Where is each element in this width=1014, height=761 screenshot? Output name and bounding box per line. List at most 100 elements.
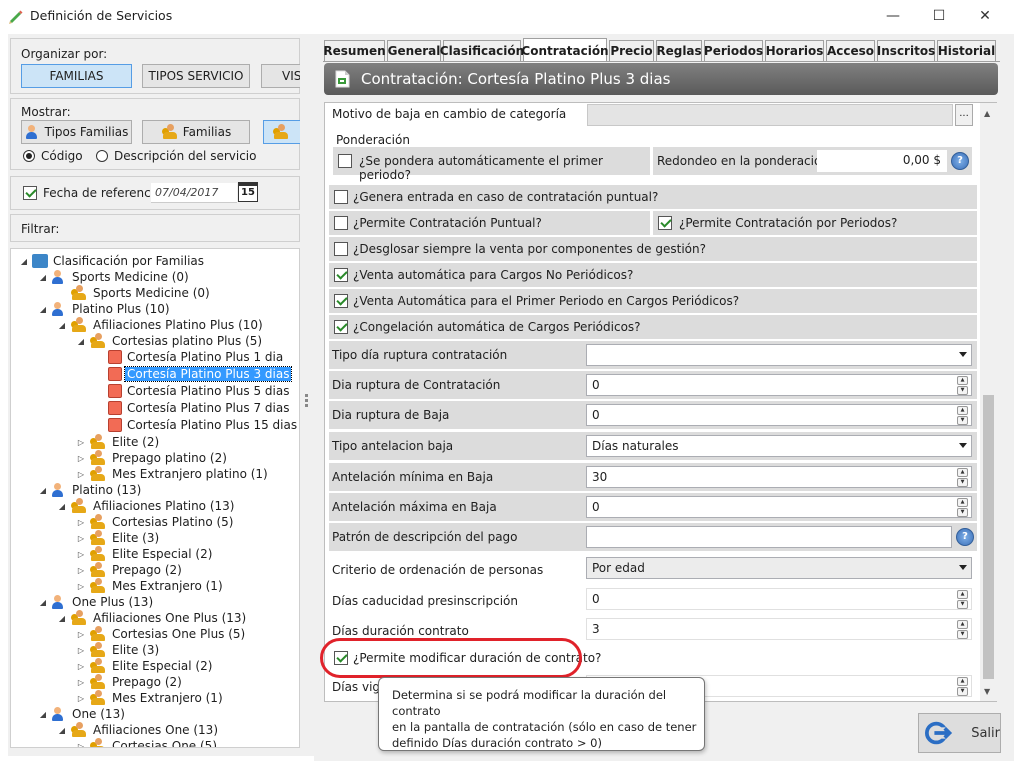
criterio-select[interactable]: Por edad [586, 557, 972, 579]
expand-toggle-icon[interactable]: ▷ [76, 678, 86, 687]
minimize-button[interactable]: — [883, 6, 903, 26]
tipos-servicio-button[interactable]: TIPOS SERVICIO [142, 64, 250, 88]
expand-toggle-icon[interactable]: ◢ [19, 257, 29, 266]
expand-toggle-icon[interactable]: ▷ [76, 550, 86, 559]
expand-toggle-icon[interactable]: ◢ [38, 486, 48, 495]
tab-precio[interactable]: Precio [609, 40, 654, 61]
tree-folder-item[interactable]: ▷ Cortesias One Plus (5) [76, 626, 247, 642]
genera-entrada-row[interactable]: ¿Genera entrada en caso de contratación … [329, 185, 977, 209]
expand-toggle-icon[interactable]: ◢ [38, 273, 48, 282]
tree-folder-item[interactable]: ▷ Mes Extranjero platino (1) [76, 466, 270, 482]
tree-folder-item[interactable]: ◢ One (13) [38, 706, 127, 722]
tab-reglas[interactable]: Reglas [656, 40, 702, 61]
group-show-button[interactable] [263, 120, 301, 144]
spinner-icon[interactable]: ▲ ▼ [957, 677, 968, 696]
tab-contratacion[interactable]: Contratación [521, 38, 609, 62]
radio-codigo[interactable]: Código [23, 149, 83, 163]
antel-max-field[interactable]: 0 ▲ ▼ [586, 496, 972, 518]
tree-folder-item[interactable]: ◢ Afiliaciones Platino (13) [57, 498, 236, 514]
tree-folder-item[interactable]: ◢ Cortesias platino Plus (5) [76, 333, 264, 349]
expand-toggle-icon[interactable]: ▷ [76, 630, 86, 639]
pondera-auto-row[interactable]: ¿Se pondera automáticamente el primer pe… [333, 147, 650, 182]
venta-auto-np-checkbox[interactable] [334, 268, 348, 282]
tree-folder-item[interactable]: ▷ Elite (2) [76, 434, 161, 450]
expand-toggle-icon[interactable]: ▷ [76, 470, 86, 479]
expand-toggle-icon[interactable]: ◢ [57, 321, 67, 330]
antel-min-field[interactable]: 30 ▲ ▼ [586, 466, 972, 488]
familias-organize-button[interactable]: FAMILIAS [21, 64, 132, 88]
salir-button[interactable]: Salir [918, 713, 1001, 753]
tab-historial[interactable]: Historial [937, 40, 996, 61]
tree-folder-item[interactable]: ◢ Afiliaciones One Plus (13) [57, 610, 248, 626]
tab-inscritos[interactable]: Inscritos [877, 40, 935, 61]
tree-folder-item[interactable]: ▷ Prepago (2) [76, 674, 184, 690]
tree-folder-item[interactable]: Sports Medicine (0) [57, 285, 212, 301]
patron-field[interactable] [586, 526, 952, 548]
desglosar-checkbox[interactable] [334, 242, 348, 256]
tree-folder-item[interactable]: ◢ Afiliaciones One (13) [57, 722, 220, 738]
tree-folder-item[interactable]: ▷ Cortesias One (5) [76, 738, 219, 747]
tree-folder-item[interactable]: ◢ Afiliaciones Platino Plus (10) [57, 317, 265, 333]
expand-toggle-icon[interactable]: ◢ [57, 614, 67, 623]
tree-service-item[interactable]: Cortesía Platino Plus 7 dias [95, 400, 291, 416]
tree-service-item[interactable]: Cortesía Platino Plus 1 dia [95, 349, 285, 365]
pondera-auto-checkbox[interactable] [338, 154, 352, 168]
tree-folder-item[interactable]: ◢ Platino (13) [38, 482, 143, 498]
tipos-familias-button[interactable]: Tipos Familias [21, 120, 132, 144]
tree-service-item[interactable]: Cortesía Platino Plus 3 dias [95, 366, 293, 382]
tab-acceso[interactable]: Acceso [826, 40, 875, 61]
service-tree[interactable]: ◢ Clasificación por Familias ◢ Sports Medic… [10, 248, 300, 748]
dia-ruptura-contr-field[interactable]: 0 ▲ ▼ [586, 374, 972, 396]
tree-folder-item[interactable]: ◢ Platino Plus (10) [38, 301, 172, 317]
scroll-down-icon[interactable]: ▼ [984, 687, 990, 696]
tab-general[interactable]: General [387, 40, 441, 61]
tree-folder-item[interactable]: ▷ Mes Extranjero (1) [76, 690, 225, 706]
desglosar-row[interactable]: ¿Desglosar siempre la venta por componen… [329, 237, 977, 261]
spinner-icon[interactable]: ▲ ▼ [957, 406, 968, 425]
spinner-icon[interactable]: ▲ ▼ [957, 498, 968, 517]
expand-toggle-icon[interactable]: ◢ [38, 305, 48, 314]
patron-help-icon[interactable]: ? [956, 528, 974, 546]
spinner-icon[interactable]: ▲ ▼ [957, 468, 968, 487]
spinner-icon[interactable]: ▲ ▼ [957, 590, 968, 609]
expand-toggle-icon[interactable]: ▷ [76, 646, 86, 655]
tree-folder-item[interactable]: ◢ Sports Medicine (0) [38, 269, 191, 285]
venta-auto-pp-checkbox[interactable] [334, 294, 348, 308]
motivo-baja-ellipsis-button[interactable]: ... [955, 104, 973, 126]
tree-folder-item[interactable]: ▷ Prepago (2) [76, 562, 184, 578]
pane-splitter[interactable] [300, 34, 314, 756]
vis-button[interactable]: VIS [261, 64, 301, 88]
genera-entrada-checkbox[interactable] [334, 190, 348, 204]
tab-periodos[interactable]: Periodos [704, 40, 763, 61]
tab-horarios[interactable]: Horarios [765, 40, 824, 61]
tree-folder-item[interactable]: ▷ Prepago platino (2) [76, 450, 229, 466]
congelacion-checkbox[interactable] [334, 320, 348, 334]
tree-service-item[interactable]: Cortesía Platino Plus 5 dias [95, 383, 291, 399]
dias-duracion-field[interactable]: 3 ▲ ▼ [586, 618, 972, 640]
expand-toggle-icon[interactable]: ▷ [76, 438, 86, 447]
dia-ruptura-baja-field[interactable]: 0 ▲ ▼ [586, 404, 972, 426]
expand-toggle-icon[interactable]: ▷ [76, 518, 86, 527]
tree-folder-item[interactable]: ▷ Elite Especial (2) [76, 546, 214, 562]
tree-folder-item[interactable]: ◢ Clasificación por Familias [19, 253, 206, 269]
tree-folder-item[interactable]: ◢ One Plus (13) [38, 594, 155, 610]
radio-codigo-dot[interactable] [23, 150, 35, 162]
dias-caducidad-field[interactable]: 0 ▲ ▼ [586, 588, 972, 610]
spinner-icon[interactable]: ▲ ▼ [957, 620, 968, 639]
maximize-button[interactable]: ☐ [929, 6, 949, 26]
tab-clasificacion[interactable]: Clasificación [440, 40, 524, 61]
expand-toggle-icon[interactable]: ◢ [76, 337, 86, 346]
splitter-grip[interactable] [305, 394, 308, 397]
expand-toggle-icon[interactable]: ◢ [38, 598, 48, 607]
tab-resumen[interactable]: Resumen [323, 40, 386, 61]
tree-folder-item[interactable]: ▷ Elite Especial (2) [76, 658, 214, 674]
tree-folder-item[interactable]: ▷ Mes Extranjero (1) [76, 578, 225, 594]
expand-toggle-icon[interactable]: ▷ [76, 582, 86, 591]
tree-service-item[interactable]: Cortesía Platino Plus 15 dias [95, 417, 299, 433]
motivo-baja-field[interactable] [587, 104, 953, 126]
radio-descripcion-dot[interactable] [96, 150, 108, 162]
congelacion-row[interactable]: ¿Congelación automática de Cargos Periód… [329, 315, 977, 339]
tree-folder-item[interactable]: ▷ Elite (3) [76, 642, 161, 658]
radio-descripcion[interactable]: Descripción del servicio [96, 149, 256, 163]
expand-toggle-icon[interactable]: ▷ [76, 662, 86, 671]
